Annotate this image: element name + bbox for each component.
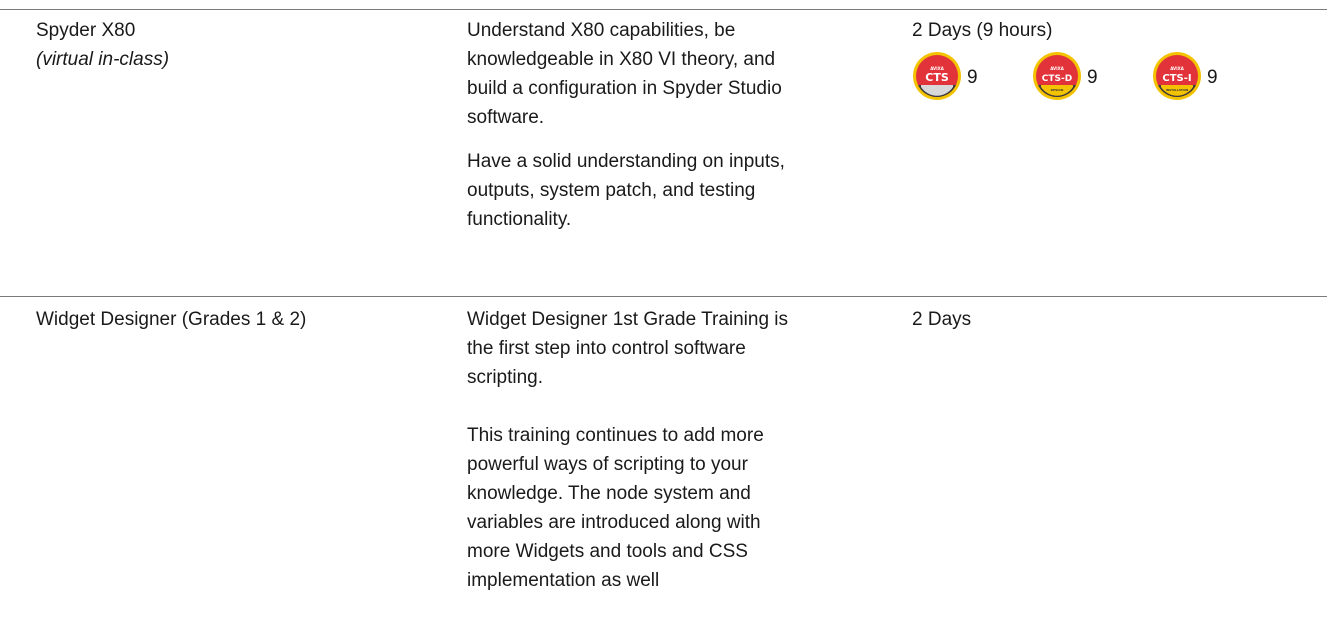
course-name: Widget Designer (Grades 1 & 2): [36, 309, 307, 330]
badge-ribbon-text: INSTALLATION: [1166, 88, 1189, 92]
duration-text: 2 Days (9 hours): [912, 20, 1053, 41]
objectives-cell: Widget Designer 1st Grade Training is th…: [467, 305, 892, 595]
course-cell: Widget Designer (Grades 1 & 2): [36, 305, 446, 334]
course-format: (virtual in-class): [36, 49, 170, 70]
table-row: Widget Designer (Grades 1 & 2) Widget De…: [0, 305, 1327, 619]
duration-text: 2 Days: [912, 309, 972, 330]
objective-paragraph: This training continues to add more powe…: [467, 421, 892, 595]
cts-d-badge-icon: AVIXA CTS-D DESIGN: [1033, 52, 1081, 100]
objective-paragraph: Widget Designer 1st Grade Training is th…: [467, 305, 892, 392]
objective-line: variables are introduced along with: [467, 512, 761, 533]
duration-cell: 2 Days (9 hours) AVIXA CTS 9 AVIXA CTS-D: [912, 16, 1322, 136]
badge-count: 9: [1207, 67, 1218, 88]
objectives-cell: Understand X80 capabilities, be knowledg…: [467, 16, 892, 234]
objective-line: functionality.: [467, 209, 572, 230]
objective-paragraph: Understand X80 capabilities, be knowledg…: [467, 16, 892, 132]
badge-label: CTS: [925, 71, 949, 84]
objective-line: Widget Designer 1st Grade Training is: [467, 309, 789, 330]
objective-line: This training continues to add more: [467, 425, 764, 446]
badge-label: CTS-I: [1162, 73, 1191, 84]
objective-line: Understand X80 capabilities, be: [467, 20, 736, 41]
badge-label: CTS-D: [1042, 74, 1072, 84]
duration-cell: 2 Days: [912, 305, 1322, 334]
cts-i-badge-icon: AVIXA CTS-I INSTALLATION: [1153, 52, 1201, 100]
objective-line: scripting.: [467, 367, 544, 388]
badge-ribbon-text: DESIGN: [1051, 88, 1064, 92]
course-name: Spyder X80: [36, 20, 136, 41]
objective-line: the first step into control software: [467, 338, 746, 359]
objective-line: outputs, system patch, and testing: [467, 180, 756, 201]
objective-line: more Widgets and tools and CSS: [467, 541, 748, 562]
badge-count: 9: [1087, 67, 1098, 88]
badge-tag: AVIXA: [1050, 66, 1064, 71]
badge-tag: AVIXA: [1170, 66, 1184, 71]
objective-line: build a configuration in Spyder Studio: [467, 78, 782, 99]
course-cell: Spyder X80 (virtual in-class): [36, 16, 446, 74]
badge-count: 9: [967, 67, 978, 88]
objective-line: knowledgeable in X80 VI theory, and: [467, 49, 776, 70]
objective-line: Have a solid understanding on inputs,: [467, 151, 785, 172]
objective-line: powerful ways of scripting to your: [467, 454, 748, 475]
objective-paragraph: Have a solid understanding on inputs, ou…: [467, 147, 892, 234]
objective-line: knowledge. The node system and: [467, 483, 751, 504]
certification-badges: AVIXA CTS 9 AVIXA CTS-D DESIGN 9 AVIXA C…: [912, 51, 1327, 121]
table-row: Spyder X80 (virtual in-class) Understand…: [0, 16, 1327, 286]
row-divider: [0, 296, 1327, 297]
cts-badge-icon: AVIXA CTS: [913, 52, 961, 100]
objective-line: implementation as well: [467, 570, 660, 591]
table-top-border: [0, 9, 1327, 10]
objective-line: software.: [467, 107, 545, 128]
